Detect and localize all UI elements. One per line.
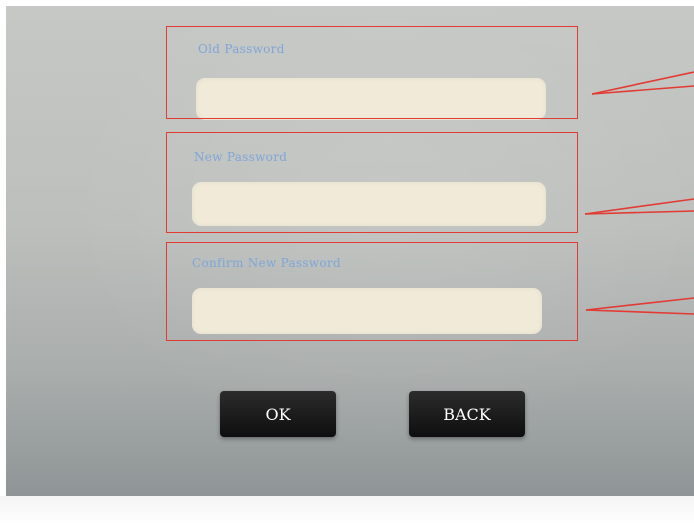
back-button[interactable]: BACK (409, 391, 525, 437)
photo-frame: Old Password New Password Confirm New Pa… (0, 0, 694, 524)
annotation-box-old-password (166, 26, 578, 119)
annotation-box-new-password (166, 132, 578, 233)
ok-button[interactable]: OK (220, 391, 336, 437)
photo-bottom-edge (0, 496, 694, 524)
annotation-box-confirm-password (166, 242, 578, 341)
